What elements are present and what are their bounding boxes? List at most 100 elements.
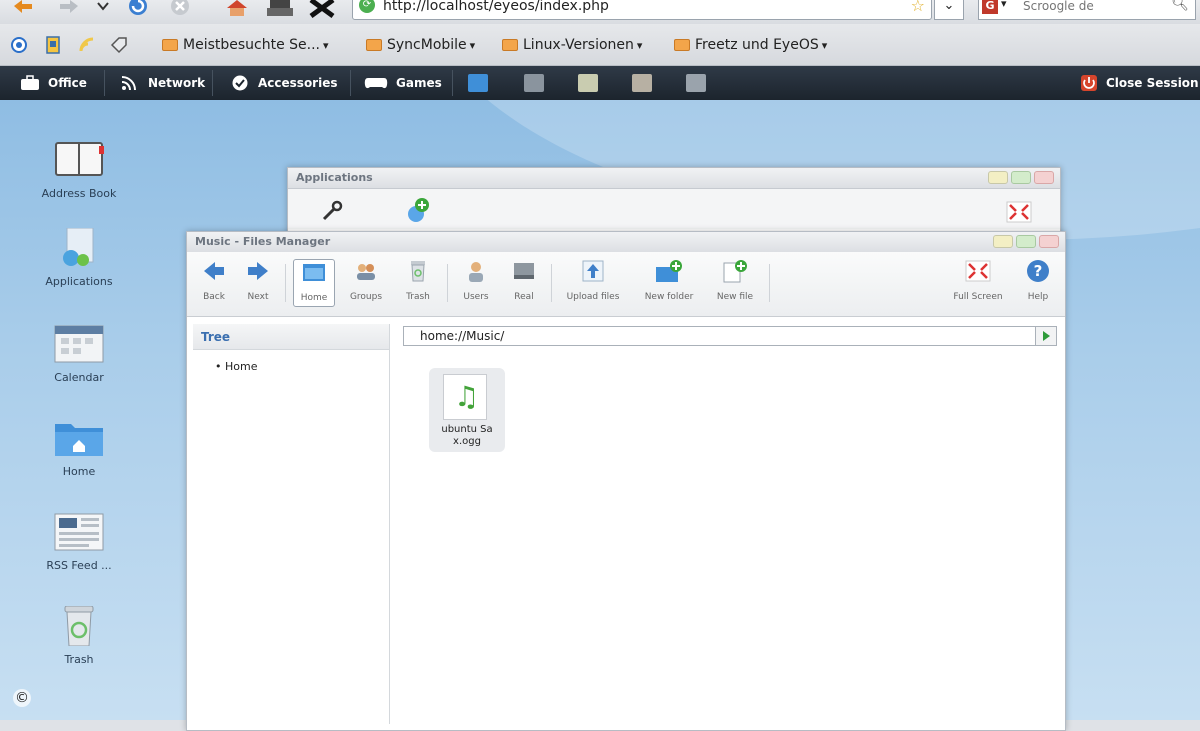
url-bar[interactable]: ⟳ http://localhost/eyeos/index.php ☆ [352,0,932,20]
bookmark-label: Linux-Versionen [523,37,634,53]
new-folder-icon [656,260,682,282]
next-button[interactable]: Next [235,259,281,307]
home-button[interactable]: Home [293,259,335,307]
files-toolbar: Back Next Home Groups Trash Users Real U… [187,252,1065,317]
desktop-icon-rss-feed[interactable]: RSS Feed ... [34,512,124,572]
file-name: ubuntu Sa x.ogg [441,424,493,447]
bookmark-tag-icon[interactable] [110,36,128,54]
desktop-icon-home[interactable]: Home [34,418,124,478]
full-screen-button[interactable]: Full Screen [945,259,1011,307]
home-icon[interactable] [224,0,250,18]
site-identity-icon[interactable]: ⟳ [359,0,375,13]
desktop-icon-calendar[interactable]: Calendar [34,324,124,384]
menu-office[interactable]: Office [20,66,87,100]
history-dropdown-icon[interactable] [96,0,110,18]
minimize-button[interactable] [993,235,1013,248]
install-app-icon[interactable] [404,197,432,223]
maximize-button[interactable] [1016,235,1036,248]
new-folder-button[interactable]: New folder [639,259,699,307]
wrench-icon[interactable] [320,199,344,223]
desktop-icon-address-book[interactable]: Address Book [34,140,124,200]
groups-icon [357,264,375,280]
files-manager-window[interactable]: Music - Files Manager Back Next Home Gro… [186,231,1066,731]
minimize-button[interactable] [988,171,1008,184]
file-item[interactable]: ♫ ubuntu Sa x.ogg [429,368,505,452]
quick-document-icon[interactable] [524,74,544,92]
desktop-icon-trash[interactable]: Trash [34,605,124,666]
bookmark-label: Meistbesuchte Se... [183,37,321,53]
bookmark-circle-icon[interactable] [10,36,28,54]
home-folder-icon [303,264,325,281]
reload-icon[interactable] [126,0,150,18]
search-input[interactable] [1023,0,1173,15]
new-file-button[interactable]: New file [711,259,759,307]
user-icon [469,262,483,282]
menu-separator [212,70,213,96]
desktop-icon-applications[interactable]: Applications [34,227,124,288]
tree-node-home[interactable]: • Home [215,360,257,373]
menu-games[interactable]: Games [364,66,442,100]
bookmark-page-icon[interactable] [44,36,62,54]
groups-button[interactable]: Groups [343,259,389,307]
close-button[interactable] [1034,171,1054,184]
search-engine-dropdown-icon[interactable]: ▾ [1001,0,1007,10]
forward-arrow-icon[interactable] [58,0,80,18]
quick-window-icon[interactable] [686,74,706,92]
search-box[interactable]: G ▾ 🔍︎ [978,0,1196,20]
window-titlebar[interactable]: Music - Files Manager [187,232,1065,253]
quick-folder-icon[interactable] [468,74,488,92]
back-button[interactable]: Back [191,259,237,307]
button-label: Full Screen [953,292,1003,302]
bookmark-label: SyncMobile [387,37,467,53]
window-controls [993,235,1059,248]
chevron-down-icon: ▾ [469,38,476,52]
toolbar-separator [769,264,770,302]
stop-icon[interactable] [168,0,192,18]
power-icon [1081,75,1097,91]
music-file-icon: ♫ [443,374,487,420]
close-button[interactable] [1039,235,1059,248]
trash-button[interactable]: Trash [395,259,441,307]
close-session-button[interactable]: Close Session [1080,66,1199,100]
bookmark-star-icon[interactable]: ☆ [911,0,925,15]
url-text: http://localhost/eyeos/index.php [383,0,609,14]
fullscreen-icon[interactable] [1006,201,1032,223]
check-icon [232,75,248,91]
bookmark-folder-syncmobile[interactable]: SyncMobile ▾ [366,35,475,55]
bookmark-folder-linux-versionen[interactable]: Linux-Versionen ▾ [502,35,642,55]
tree-header: Tree [193,324,389,350]
trash-icon [411,261,425,282]
back-arrow-icon[interactable] [12,0,34,18]
url-dropdown-button[interactable]: ⌄ [934,0,964,20]
path-text: home://Music/ [420,329,505,343]
gamepad-icon [364,78,388,89]
print-icon[interactable] [266,0,294,18]
bookmark-folder-meistbesuchte[interactable]: Meistbesuchte Se... ▾ [162,35,329,55]
quick-notes-icon[interactable] [578,74,598,92]
button-label: Home [300,293,328,303]
folder-icon [366,39,382,51]
help-icon: ? [1027,260,1049,282]
maximize-button[interactable] [1011,171,1031,184]
window-titlebar[interactable]: Applications [288,168,1060,189]
real-button[interactable]: Real [501,259,547,307]
help-button[interactable]: ? Help [1017,259,1059,307]
chevron-down-icon: ▾ [821,38,828,52]
bookmark-rss-icon[interactable] [78,36,96,54]
go-arrow-icon[interactable] [1035,327,1056,345]
users-button[interactable]: Users [453,259,499,307]
button-label: Help [1027,292,1049,302]
menu-accessories[interactable]: Accessories [230,66,338,100]
toolbar-separator [447,264,448,302]
browser-toolbar: ⟳ http://localhost/eyeos/index.php ☆ ⌄ G… [0,0,1200,24]
quick-contacts-icon[interactable] [632,74,652,92]
search-engine-icon[interactable]: G [982,0,998,14]
search-icon[interactable]: 🔍︎ [1171,0,1189,12]
menu-network[interactable]: Network [120,66,205,100]
path-bar[interactable]: home://Music/ [403,326,1057,346]
bookmarks-bar: Meistbesuchte Se... ▾ SyncMobile ▾ Linux… [0,24,1200,66]
bookmark-folder-freetz-eyeos[interactable]: Freetz und EyeOS ▾ [674,35,827,55]
upload-files-button[interactable]: Upload files [563,259,623,307]
tools-icon[interactable] [308,0,336,18]
rss-feed-icon [54,513,104,551]
